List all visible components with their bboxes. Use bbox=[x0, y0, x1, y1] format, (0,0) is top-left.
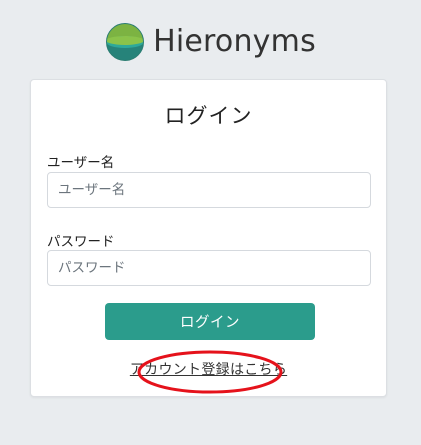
brand-header: Hieronyms bbox=[0, 18, 421, 66]
password-label: パスワード bbox=[47, 234, 115, 250]
login-card: ログイン ユーザー名 パスワード ログイン アカウント登録はこちら bbox=[30, 79, 387, 397]
username-label: ユーザー名 bbox=[47, 155, 115, 171]
register-link-row: アカウント登録はこちら bbox=[31, 359, 386, 379]
hieronyms-logo-icon bbox=[106, 23, 145, 61]
password-input[interactable] bbox=[47, 250, 371, 286]
brand-name: Hieronyms bbox=[153, 24, 316, 59]
login-button[interactable]: ログイン bbox=[105, 303, 315, 340]
login-title: ログイン bbox=[164, 104, 253, 128]
register-link[interactable]: アカウント登録はこちら bbox=[130, 362, 287, 378]
username-input[interactable] bbox=[47, 172, 371, 208]
